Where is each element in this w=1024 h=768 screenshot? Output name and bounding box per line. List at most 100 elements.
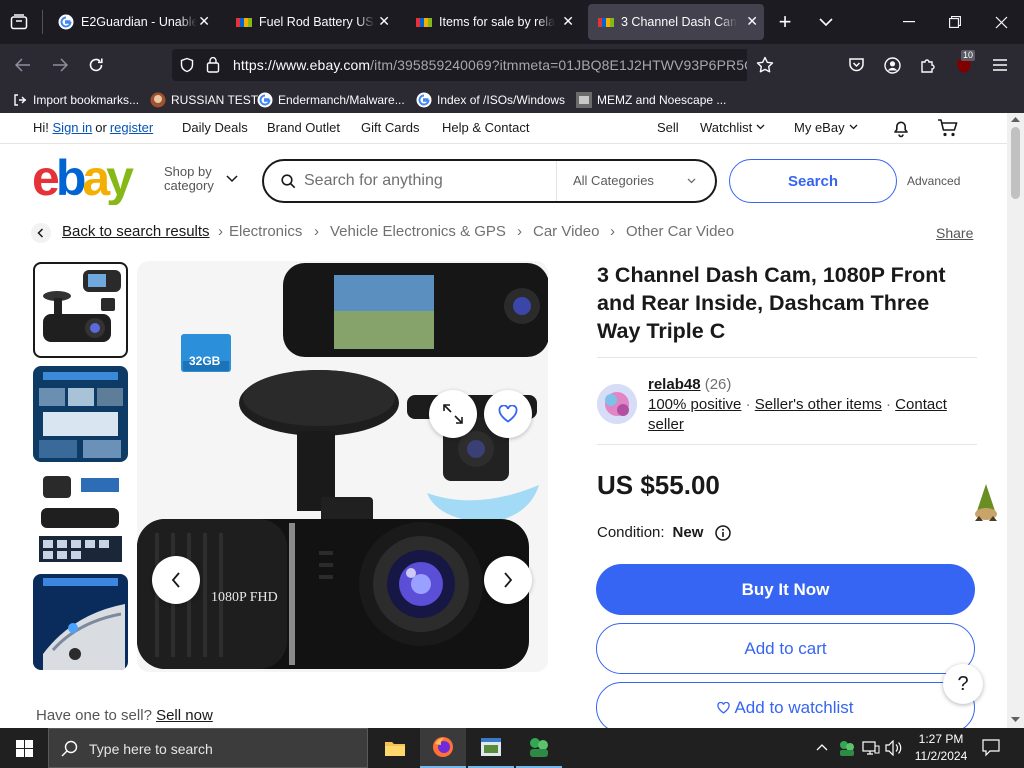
scroll-down-icon[interactable] [1011, 717, 1020, 723]
thumbnail-4[interactable] [33, 574, 128, 670]
breadcrumb-car-video[interactable]: Car Video [533, 223, 599, 240]
taskbar-app-4[interactable] [516, 728, 562, 768]
hamburger-menu-icon[interactable] [989, 54, 1011, 76]
search-input[interactable]: Search for anything [304, 172, 443, 190]
sell-link[interactable]: Sell [657, 113, 679, 141]
tab-dash-cam[interactable]: 3 Channel Dash Cam, 1 ✕ [588, 4, 764, 40]
sellers-other-items-link[interactable]: Seller's other items [755, 396, 882, 413]
breadcrumb-electronics[interactable]: Electronics [229, 223, 302, 240]
bookmark-memz[interactable]: MEMZ and Noescape ... [576, 91, 726, 109]
shop-by-category[interactable]: Shop by category [164, 165, 238, 193]
new-tab-icon[interactable]: + [774, 9, 796, 34]
advanced-search-link[interactable]: Advanced [907, 174, 960, 188]
extensions-icon[interactable] [917, 54, 939, 76]
positive-feedback-link[interactable]: 100% positive [648, 396, 741, 413]
bookmark-endermanch[interactable]: Endermanch/Malware... [257, 91, 405, 109]
buy-it-now-button[interactable]: Buy It Now [596, 564, 975, 615]
volume-icon[interactable] [885, 740, 903, 756]
seller-avatar[interactable] [597, 384, 637, 424]
account-icon[interactable] [881, 54, 903, 76]
bookmark-isos[interactable]: Index of /ISOs/Windows [416, 91, 565, 109]
watchlist-menu[interactable]: Watchlist [700, 113, 765, 141]
help-button[interactable]: ? [943, 664, 983, 704]
main-product-image[interactable]: 32GB 1080P FHD [137, 261, 548, 672]
minimize-icon[interactable] [895, 12, 923, 32]
thumbnail-2[interactable] [33, 366, 128, 462]
close-tab-icon[interactable]: ✕ [198, 14, 210, 28]
url-bar[interactable]: https://www.ebay.com/itm/395859240069?it… [172, 49, 781, 81]
share-link[interactable]: Share [936, 225, 973, 241]
lock-icon[interactable] [206, 56, 220, 73]
help-contact-link[interactable]: Help & Contact [442, 113, 529, 141]
clock[interactable]: 1:27 PM 11/2/2024 [908, 731, 974, 765]
list-tabs-chevron-icon[interactable] [815, 11, 837, 33]
google-favicon-icon [416, 92, 432, 108]
add-to-cart-button[interactable]: Add to cart [596, 623, 975, 674]
breadcrumb-vehicle[interactable]: Vehicle Electronics & GPS [330, 223, 506, 240]
thumbnail-1[interactable] [33, 262, 128, 358]
taskbar-file-explorer[interactable] [372, 728, 418, 768]
cart-icon[interactable] [937, 118, 959, 138]
close-tab-icon[interactable]: ✕ [562, 14, 574, 28]
search-bar: Search for anything All Categories [262, 159, 717, 203]
close-window-icon[interactable] [987, 12, 1015, 32]
dash-cam-thumbnail-image [43, 270, 121, 342]
sell-now-link[interactable]: Sell now [156, 707, 213, 724]
next-image-button[interactable] [484, 556, 532, 604]
expand-image-button[interactable] [429, 390, 477, 438]
restore-icon[interactable] [941, 12, 969, 32]
back-to-results-link[interactable]: Back to search results [62, 223, 210, 240]
tab-fuel-rod[interactable]: Fuel Rod Battery USB-C ✕ [226, 4, 396, 40]
ebay-favicon-icon [236, 18, 252, 27]
bookmark-import[interactable]: Import bookmarks... [12, 91, 139, 109]
reload-icon[interactable] [85, 54, 107, 76]
watch-heart-button[interactable] [484, 390, 532, 438]
sign-in-link[interactable]: Sign in [53, 120, 93, 135]
daily-deals-link[interactable]: Daily Deals [182, 113, 248, 141]
back-arrow-icon[interactable] [12, 54, 34, 76]
notifications-icon[interactable] [982, 739, 1000, 757]
tab-items-for-sale[interactable]: Items for sale by relab4 ✕ [406, 4, 580, 40]
scrollbar-thumb[interactable] [1011, 127, 1020, 199]
category-select[interactable]: All Categories [556, 161, 717, 201]
register-link[interactable]: register [110, 120, 153, 135]
breadcrumb-other-car-video[interactable]: Other Car Video [626, 223, 734, 240]
thumbnail-3[interactable] [33, 470, 128, 566]
page-scrollbar[interactable] [1007, 113, 1024, 728]
breadcrumb-chevron: › [218, 223, 223, 240]
seller-name-link[interactable]: relab48 [648, 376, 701, 393]
heart-icon [717, 701, 731, 714]
bookmark-star-icon[interactable] [756, 56, 774, 74]
network-icon[interactable] [862, 740, 880, 756]
add-to-watchlist-button[interactable]: Add to watchlist [596, 682, 975, 728]
start-button[interactable] [0, 728, 48, 768]
close-tab-icon[interactable]: ✕ [378, 14, 390, 28]
condition-row: Condition: New [597, 524, 732, 541]
tray-chevron-up-icon[interactable] [816, 743, 828, 751]
notification-bell-icon[interactable] [891, 118, 911, 138]
ublock-extension-icon[interactable]: 10 [953, 50, 976, 76]
close-tab-icon[interactable]: ✕ [746, 14, 758, 28]
tray-app-icon[interactable] [838, 739, 856, 757]
tracking-shield-icon[interactable] [179, 57, 195, 73]
search-button[interactable]: Search [729, 159, 897, 203]
pocket-icon[interactable] [845, 54, 867, 76]
all-tabs-icon[interactable] [8, 11, 30, 33]
brand-outlet-link[interactable]: Brand Outlet [267, 113, 340, 141]
taskbar-firefox[interactable] [420, 728, 466, 768]
taskbar-search[interactable]: Type here to search [48, 728, 368, 768]
my-ebay-menu[interactable]: My eBay [794, 113, 858, 141]
previous-image-button[interactable] [152, 556, 200, 604]
chevron-left-icon[interactable] [31, 223, 51, 243]
tab-e2guardian[interactable]: E2Guardian - Unable to ✕ [48, 4, 216, 40]
breadcrumb-chevron: › [314, 223, 319, 240]
forward-arrow-icon[interactable] [49, 54, 71, 76]
taskbar-app-3[interactable] [468, 728, 514, 768]
scroll-up-icon[interactable] [1011, 116, 1020, 122]
gift-cards-link[interactable]: Gift Cards [361, 113, 420, 141]
url-text[interactable]: https://www.ebay.com/itm/395859240069?it… [233, 57, 753, 73]
info-icon[interactable] [715, 524, 732, 541]
bookmark-russian-test[interactable]: RUSSIAN TEST [150, 91, 258, 109]
ebay-logo[interactable]: ebay [32, 155, 152, 205]
firefox-icon [433, 737, 453, 757]
